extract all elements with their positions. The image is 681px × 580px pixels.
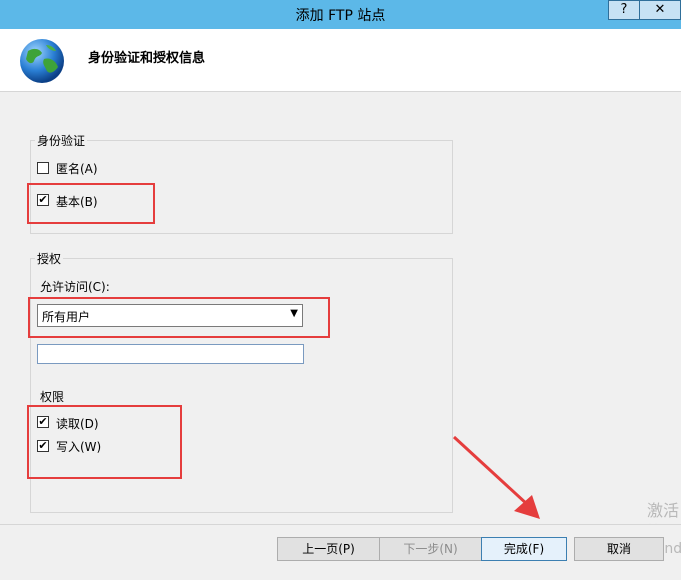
allow-access-label: 允许访问(C): <box>40 280 110 294</box>
cancel-button[interactable]: 取消 <box>574 537 664 561</box>
help-button[interactable]: ? <box>608 0 640 20</box>
authorization-legend: 授权 <box>35 250 64 267</box>
window-title: 添加 FTP 站点 <box>295 8 386 24</box>
next-button[interactable]: 下一步(N) <box>379 537 482 561</box>
highlight-permissions <box>27 405 182 479</box>
permissions-label: 权限 <box>40 390 65 404</box>
finish-button[interactable]: 完成(F) <box>481 537 567 561</box>
highlight-allow-access <box>28 297 330 338</box>
users-input[interactable] <box>37 344 304 364</box>
page-title: 身份验证和授权信息 <box>88 51 206 66</box>
arrow-annotation <box>452 435 540 519</box>
previous-button[interactable]: 上一页(P) <box>277 537 380 561</box>
authentication-legend: 身份验证 <box>35 132 88 149</box>
wizard-header: 身份验证和授权信息 <box>0 29 681 92</box>
anonymous-checkbox[interactable] <box>37 162 49 174</box>
title-bar[interactable]: 添加 FTP 站点 ? ✕ <box>0 0 681 29</box>
highlight-basic <box>27 183 155 224</box>
watermark-line1: 激活 <box>647 501 680 520</box>
anonymous-label[interactable]: 匿名(A) <box>56 160 98 177</box>
dialog-window: 添加 FTP 站点 ? ✕ 身份验证和授权信息 身份验证 匿名(A) ✔ 基本(… <box>0 0 681 580</box>
globe-icon <box>20 39 64 83</box>
close-button[interactable]: ✕ <box>639 0 681 20</box>
